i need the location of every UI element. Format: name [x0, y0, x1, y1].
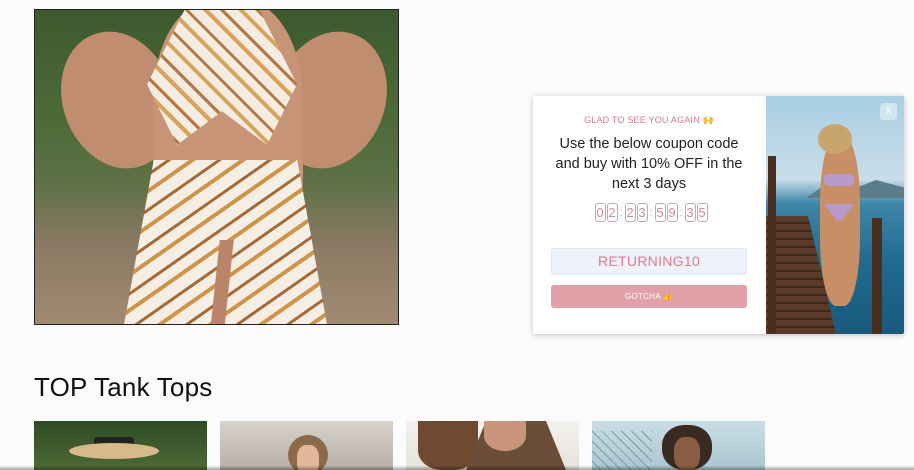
gotcha-button[interactable]: GOTCHA 👍	[551, 285, 747, 308]
section-title: TOP Tank Tops	[34, 372, 213, 402]
countdown-digit: 5	[696, 202, 708, 222]
countdown-digit: 3	[684, 202, 696, 222]
popup-message: Use the below coupon code and buy with 1…	[555, 136, 743, 192]
dock-post	[768, 156, 776, 334]
popup-model-photo: X	[766, 96, 904, 334]
countdown-digit: 2	[606, 202, 618, 222]
product-thumbnail[interactable]	[592, 421, 765, 470]
hat	[69, 443, 159, 459]
bikini-top	[824, 174, 854, 186]
featured-product-image[interactable]	[34, 9, 399, 325]
countdown-digit: 5	[654, 202, 666, 222]
close-button[interactable]: X	[880, 103, 897, 120]
returning-visitor-popup: GLAD TO SEE YOU AGAIN 🙌 Use the below co…	[533, 96, 904, 334]
fence	[592, 431, 652, 470]
countdown-digit: 3	[636, 202, 648, 222]
countdown-digit: 9	[666, 202, 678, 222]
product-thumbnail[interactable]	[220, 421, 393, 470]
neck	[484, 421, 526, 451]
model	[820, 136, 860, 306]
countdown-separator: :	[649, 205, 653, 219]
countdown-separator: :	[619, 205, 623, 219]
scroll-shadow	[0, 466, 914, 470]
model-hair	[818, 124, 852, 154]
popup-greeting: GLAD TO SEE YOU AGAIN 🙌	[584, 115, 714, 125]
countdown-separator: :	[679, 205, 683, 219]
coupon-code-box[interactable]: RETURNING10	[551, 248, 747, 275]
countdown-timer: 0 2 : 2 3 : 5 9 : 3 5	[577, 202, 725, 222]
hair	[418, 421, 478, 470]
countdown-digit: 2	[624, 202, 636, 222]
product-thumbnail[interactable]	[406, 421, 579, 470]
product-thumbnail[interactable]	[34, 421, 207, 470]
countdown-digit: 0	[594, 202, 606, 222]
dock-post	[872, 218, 882, 334]
popup-content: GLAD TO SEE YOU AGAIN 🙌 Use the below co…	[533, 96, 765, 334]
